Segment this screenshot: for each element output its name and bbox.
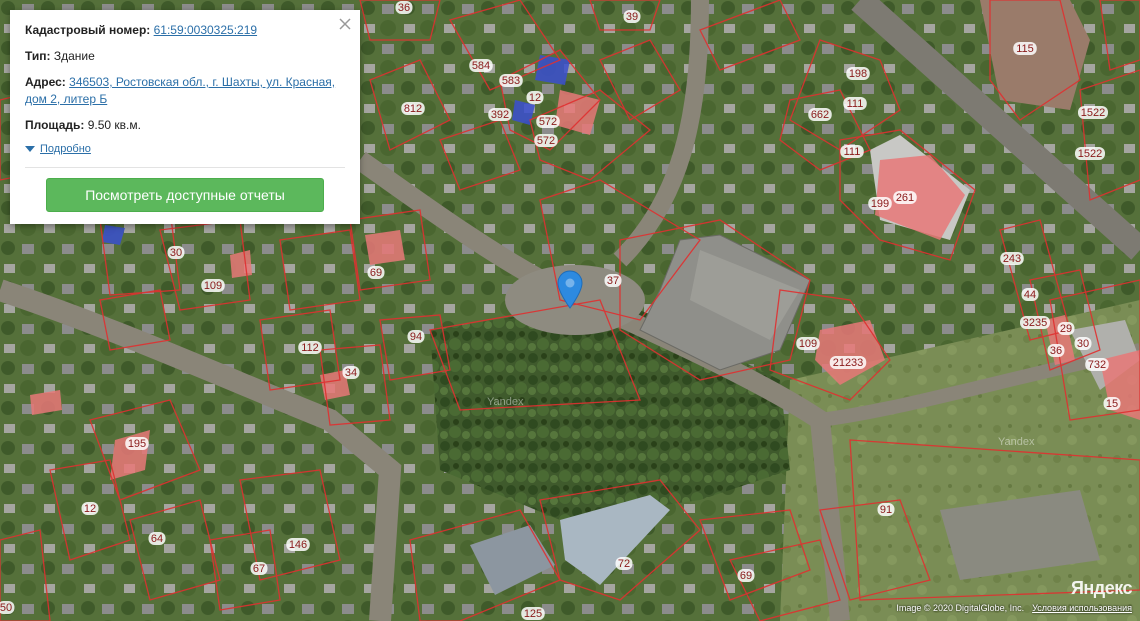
- terms-link[interactable]: Условия использования: [1032, 603, 1132, 613]
- plot-number-label: 584: [472, 60, 490, 72]
- plot-number-label: 109: [799, 338, 817, 350]
- plot-number-label: 812: [404, 103, 422, 115]
- plot-number-label: 111: [844, 146, 861, 158]
- details-toggle[interactable]: Подробно: [25, 143, 345, 155]
- map-watermark: Yandex: [487, 396, 524, 408]
- address-row: Адрес: 346503, Ростовская обл., г. Шахты…: [25, 74, 345, 108]
- plot-number-label: 198: [849, 68, 867, 80]
- plot-number-label: 37: [607, 275, 619, 287]
- plot-number-label: 112: [301, 342, 319, 354]
- cadastral-number-label: Кадастровый номер:: [25, 23, 151, 37]
- plot-number-label: 115: [1016, 43, 1034, 55]
- map-attribution: Image © 2020 DigitalGlobe, Inc. Условия …: [896, 603, 1132, 613]
- cadastral-info-popup: Кадастровый номер: 61:59:0030325:219 Тип…: [10, 10, 360, 224]
- chevron-down-icon: [25, 146, 35, 152]
- plot-number-label: 572: [539, 116, 557, 128]
- plot-number-label: 69: [740, 570, 752, 582]
- type-row: Тип: Здание: [25, 48, 345, 65]
- plot-number-label: 1522: [1081, 107, 1105, 119]
- location-pin-icon[interactable]: [557, 270, 583, 310]
- plot-number-label: 36: [398, 2, 410, 14]
- close-icon[interactable]: [336, 15, 354, 33]
- plot-number-label: 392: [491, 109, 509, 121]
- plot-number-label: 109: [204, 280, 222, 292]
- plot-number-label: 30: [1077, 338, 1089, 350]
- plot-number-label: 21233: [833, 357, 864, 369]
- plot-number-label: 12: [529, 92, 541, 104]
- plot-number-label: 64: [151, 533, 163, 545]
- plot-number-label: 732: [1088, 359, 1106, 371]
- area-value: 9.50 кв.м.: [87, 118, 141, 132]
- copyright-text: Image © 2020 DigitalGlobe, Inc.: [896, 603, 1025, 613]
- plot-number-label: 15: [1106, 398, 1118, 410]
- plot-number-label: 44: [1024, 289, 1036, 301]
- plot-number-label: 146: [289, 539, 307, 551]
- plot-number-label: 36: [1050, 345, 1062, 357]
- area-row: Площадь: 9.50 кв.м.: [25, 117, 345, 134]
- plot-number-label: 69: [370, 267, 382, 279]
- divider: [25, 167, 345, 168]
- map-watermark: Yandex: [998, 436, 1035, 448]
- plot-number-label: 583: [502, 75, 520, 87]
- plot-number-label: 572: [537, 135, 555, 147]
- plot-number-label: 12: [84, 503, 96, 515]
- plot-number-label: 111: [847, 98, 864, 110]
- yandex-logo: Яндекс: [1070, 578, 1133, 598]
- plot-number-label: 199: [871, 198, 889, 210]
- plot-number-label: 50: [0, 602, 12, 614]
- plot-number-label: 30: [170, 247, 182, 259]
- satellite-map[interactable]: 36 39 115 584 583 12 572 392 572 812 198 662 111 111 1…: [0, 0, 1140, 621]
- address-label: Адрес:: [25, 75, 66, 89]
- plot-number-label: 125: [524, 608, 542, 620]
- plot-number-label: 34: [345, 367, 357, 379]
- plot-number-label: 39: [626, 11, 638, 23]
- type-label: Тип:: [25, 49, 51, 63]
- details-link[interactable]: Подробно: [40, 143, 91, 155]
- plot-number-label: 94: [410, 331, 422, 343]
- plot-number-label: 243: [1003, 253, 1021, 265]
- cadastral-number-link[interactable]: 61:59:0030325:219: [154, 23, 257, 37]
- area-label: Площадь:: [25, 118, 85, 132]
- plot-number-label: 29: [1060, 323, 1072, 335]
- plot-number-label: 261: [896, 192, 914, 204]
- plot-number-label: 1522: [1078, 148, 1102, 160]
- plot-number-label: 72: [618, 558, 630, 570]
- plot-number-label: 3235: [1023, 317, 1047, 329]
- type-value: Здание: [53, 49, 95, 63]
- view-reports-button[interactable]: Посмотреть доступные отчеты: [46, 178, 324, 212]
- cadastral-number-row: Кадастровый номер: 61:59:0030325:219: [25, 22, 345, 39]
- plot-number-label: 662: [811, 109, 829, 121]
- plot-number-label: 67: [253, 563, 265, 575]
- plot-number-label: 91: [880, 504, 892, 516]
- plot-number-label: 195: [128, 438, 146, 450]
- address-link[interactable]: 346503, Ростовская обл., г. Шахты, ул. К…: [25, 75, 335, 106]
